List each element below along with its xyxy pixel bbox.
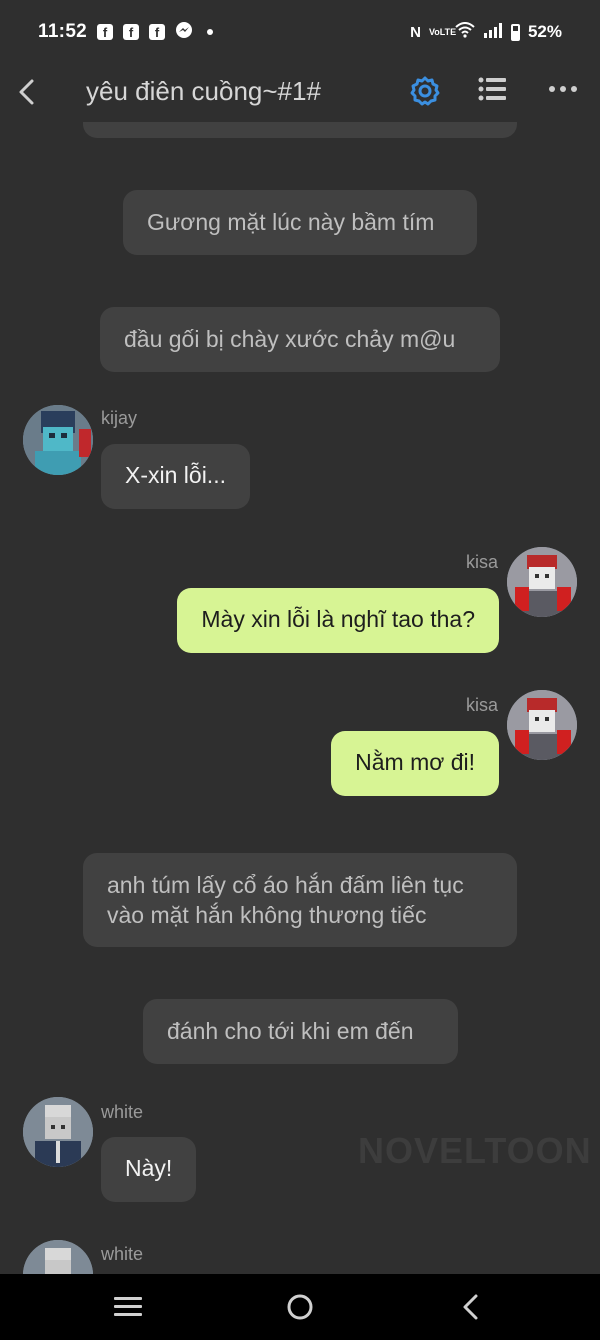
avatar-white[interactable] bbox=[23, 1240, 93, 1274]
recent-apps-button[interactable] bbox=[108, 1290, 148, 1324]
message-bubble-self: Nằm mơ đi! bbox=[331, 731, 499, 796]
avatar-image bbox=[23, 405, 93, 475]
more-notifications-dot bbox=[207, 29, 214, 35]
menu-lines-icon bbox=[114, 1297, 142, 1316]
avatar-image bbox=[507, 690, 577, 760]
signal-icon bbox=[483, 22, 503, 43]
status-bar: 11:52 f f f Ν VoLTE 52% bbox=[0, 0, 600, 64]
volte-icon: VoLTE bbox=[428, 26, 457, 37]
narration-bubble-partial bbox=[83, 122, 517, 138]
nfc-icon: Ν bbox=[410, 23, 421, 41]
gear-icon bbox=[410, 76, 440, 106]
home-button[interactable] bbox=[280, 1290, 320, 1324]
sender-name: white bbox=[101, 1102, 144, 1122]
avatar-kisa[interactable] bbox=[507, 547, 577, 617]
avatar-image bbox=[507, 547, 577, 617]
message-bubble-self: Mày xin lỗi là nghĩ tao tha? bbox=[177, 588, 499, 653]
wifi-icon bbox=[455, 21, 475, 43]
sender-name: kisa bbox=[465, 552, 498, 572]
status-time: 11:52 bbox=[38, 21, 88, 42]
home-circle-icon bbox=[287, 1294, 313, 1320]
facebook-icon: f bbox=[97, 24, 114, 40]
message-bubble: Này! bbox=[101, 1137, 197, 1202]
battery-icon bbox=[510, 23, 520, 41]
narration-bubble: Gương mặt lúc này bầm tím bbox=[123, 190, 477, 255]
status-right: Ν VoLTE 52% bbox=[410, 21, 562, 43]
sender-name: kisa bbox=[465, 695, 498, 715]
watermark-logo: NOVELTOON bbox=[358, 1130, 592, 1171]
chat-header: yêu điên cuồng~#1# bbox=[0, 64, 600, 122]
avatar-image bbox=[23, 1240, 93, 1274]
chapter-list-button[interactable] bbox=[478, 76, 512, 106]
more-horizontal-icon bbox=[549, 86, 577, 92]
avatar-kisa[interactable] bbox=[507, 690, 577, 760]
back-chevron-icon bbox=[463, 1294, 478, 1320]
facebook-icon: f bbox=[149, 24, 166, 40]
battery-percent: 52% bbox=[527, 22, 562, 41]
system-back-button[interactable] bbox=[452, 1290, 492, 1324]
more-options-button[interactable] bbox=[548, 76, 582, 106]
narration-bubble: đầu gối bị chày xước chảy m@u bbox=[100, 307, 500, 372]
narration-bubble: anh túm lấy cổ áo hắn đấm liên tục vào m… bbox=[83, 853, 517, 947]
avatar-white[interactable] bbox=[23, 1097, 93, 1167]
avatar-kijay[interactable] bbox=[23, 405, 93, 475]
chevron-left-icon bbox=[19, 79, 34, 105]
sender-name: kijay bbox=[101, 408, 138, 428]
back-button[interactable] bbox=[12, 74, 42, 110]
sender-name: white bbox=[101, 1244, 144, 1264]
facebook-icon: f bbox=[123, 24, 140, 40]
avatar-image bbox=[23, 1097, 93, 1167]
system-nav-bar bbox=[0, 1274, 600, 1340]
narration-bubble: đánh cho tới khi em đến bbox=[143, 999, 458, 1064]
chat-area[interactable]: Gương mặt lúc này bầm tím đầu gối bị chà… bbox=[0, 122, 600, 1274]
list-icon bbox=[478, 77, 506, 101]
messenger-icon bbox=[175, 21, 193, 44]
message-bubble: X-xin lỗi... bbox=[101, 444, 250, 509]
status-left: 11:52 f f f bbox=[38, 21, 214, 44]
chat-title: yêu điên cuồng~#1# bbox=[86, 76, 321, 106]
settings-button[interactable] bbox=[408, 74, 442, 108]
